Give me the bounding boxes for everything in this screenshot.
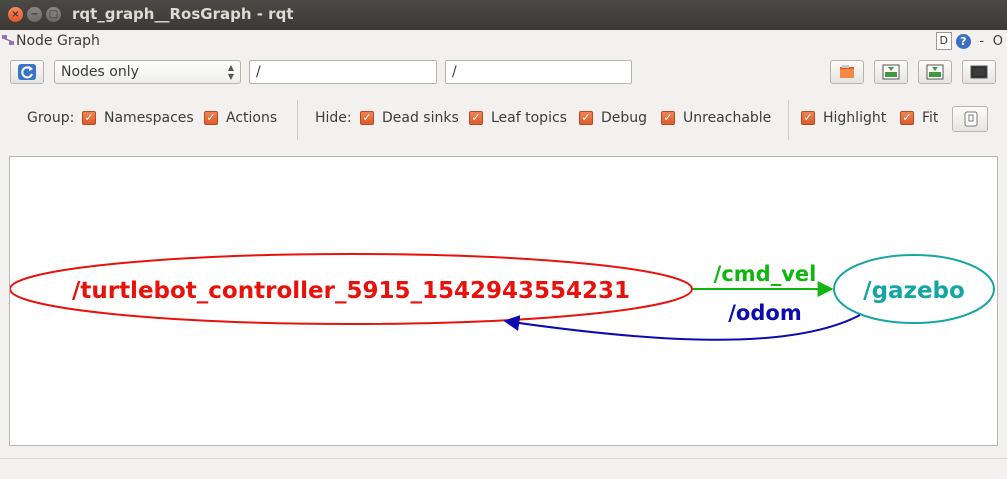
plugin-header: Node Graph D ? - O — [0, 30, 1007, 54]
group-label: Group: — [27, 110, 75, 126]
edge-cmd-vel-label: /cmd_vel — [714, 262, 817, 286]
topic-filter-input[interactable] — [445, 60, 632, 84]
unreachable-label: Unreachable — [683, 110, 772, 126]
open-folder-icon — [840, 65, 854, 78]
options-separator — [788, 100, 789, 140]
save-svg-icon — [926, 64, 944, 80]
save-dot-button[interactable] — [874, 60, 908, 84]
node-graph-icon — [2, 35, 14, 45]
status-bar — [0, 458, 1007, 479]
screen-icon — [970, 65, 988, 79]
graph-canvas[interactable]: /turtlebot_controller_5915_1542943554231… — [9, 156, 998, 446]
fit-checkbox[interactable]: ✓ — [900, 111, 914, 125]
edge-odom[interactable] — [503, 314, 861, 341]
hide-label: Hide: — [315, 110, 352, 126]
edge-odom-label: /odom — [728, 301, 801, 325]
graph-options: Group: ✓ Namespaces ✓ Actions Hide: ✓ De… — [0, 98, 1007, 142]
load-dot-button[interactable] — [830, 60, 864, 84]
save-svg-button[interactable] — [918, 60, 952, 84]
graph-toolbar: Nodes only ▲ ▼ — [0, 58, 1007, 88]
actions-checkbox[interactable]: ✓ — [204, 111, 218, 125]
save-image-button[interactable] — [962, 60, 996, 84]
debug-label: Debug — [601, 110, 648, 126]
view-mode-select[interactable]: Nodes only ▲ ▼ — [54, 60, 241, 84]
fit-label: Fit — [922, 110, 939, 126]
leaf-topics-label: Leaf topics — [491, 110, 567, 126]
window-titlebar: × − □ rqt_graph__RosGraph - rqt — [0, 0, 1007, 30]
save-image-icon — [882, 64, 900, 80]
highlight-checkbox[interactable]: ✓ — [801, 111, 815, 125]
actions-label: Actions — [226, 110, 278, 126]
debug-checkbox[interactable]: ✓ — [579, 111, 593, 125]
highlight-label: Highlight — [823, 110, 887, 126]
refresh-icon — [18, 64, 36, 80]
namespaces-checkbox[interactable]: ✓ — [82, 111, 96, 125]
dead-sinks-checkbox[interactable]: ✓ — [360, 111, 374, 125]
plugin-header-controls: D ? - O — [935, 32, 1003, 50]
window-close-button[interactable]: × — [8, 7, 23, 22]
spinner-arrows-icon: ▲ ▼ — [227, 63, 234, 81]
fit-view-icon — [964, 111, 978, 127]
window-maximize-button[interactable]: □ — [46, 7, 61, 22]
window-title: rqt_graph__RosGraph - rqt — [72, 5, 294, 23]
graph-svg: /turtlebot_controller_5915_1542943554231… — [10, 253, 995, 341]
plugin-title: Node Graph — [16, 33, 100, 49]
namespaces-label: Namespaces — [104, 110, 194, 126]
close-plugin-button[interactable]: O — [993, 34, 1003, 49]
fit-in-view-button[interactable] — [952, 106, 988, 132]
help-icon[interactable]: ? — [955, 33, 971, 49]
node-filter-input[interactable] — [249, 60, 437, 84]
view-mode-value: Nodes only — [61, 64, 139, 80]
node-gazebo-label: /gazebo — [863, 278, 965, 304]
unreachable-checkbox[interactable]: ✓ — [661, 111, 675, 125]
refresh-button[interactable] — [10, 60, 44, 84]
minimize-plugin-button[interactable]: - — [975, 34, 989, 49]
dock-help-button[interactable]: D — [935, 32, 952, 50]
dead-sinks-label: Dead sinks — [382, 110, 459, 126]
leaf-topics-checkbox[interactable]: ✓ — [469, 111, 483, 125]
node-controller-label: /turtlebot_controller_5915_1542943554231 — [72, 278, 630, 304]
options-separator — [297, 100, 298, 140]
window-minimize-button[interactable]: − — [27, 7, 42, 22]
